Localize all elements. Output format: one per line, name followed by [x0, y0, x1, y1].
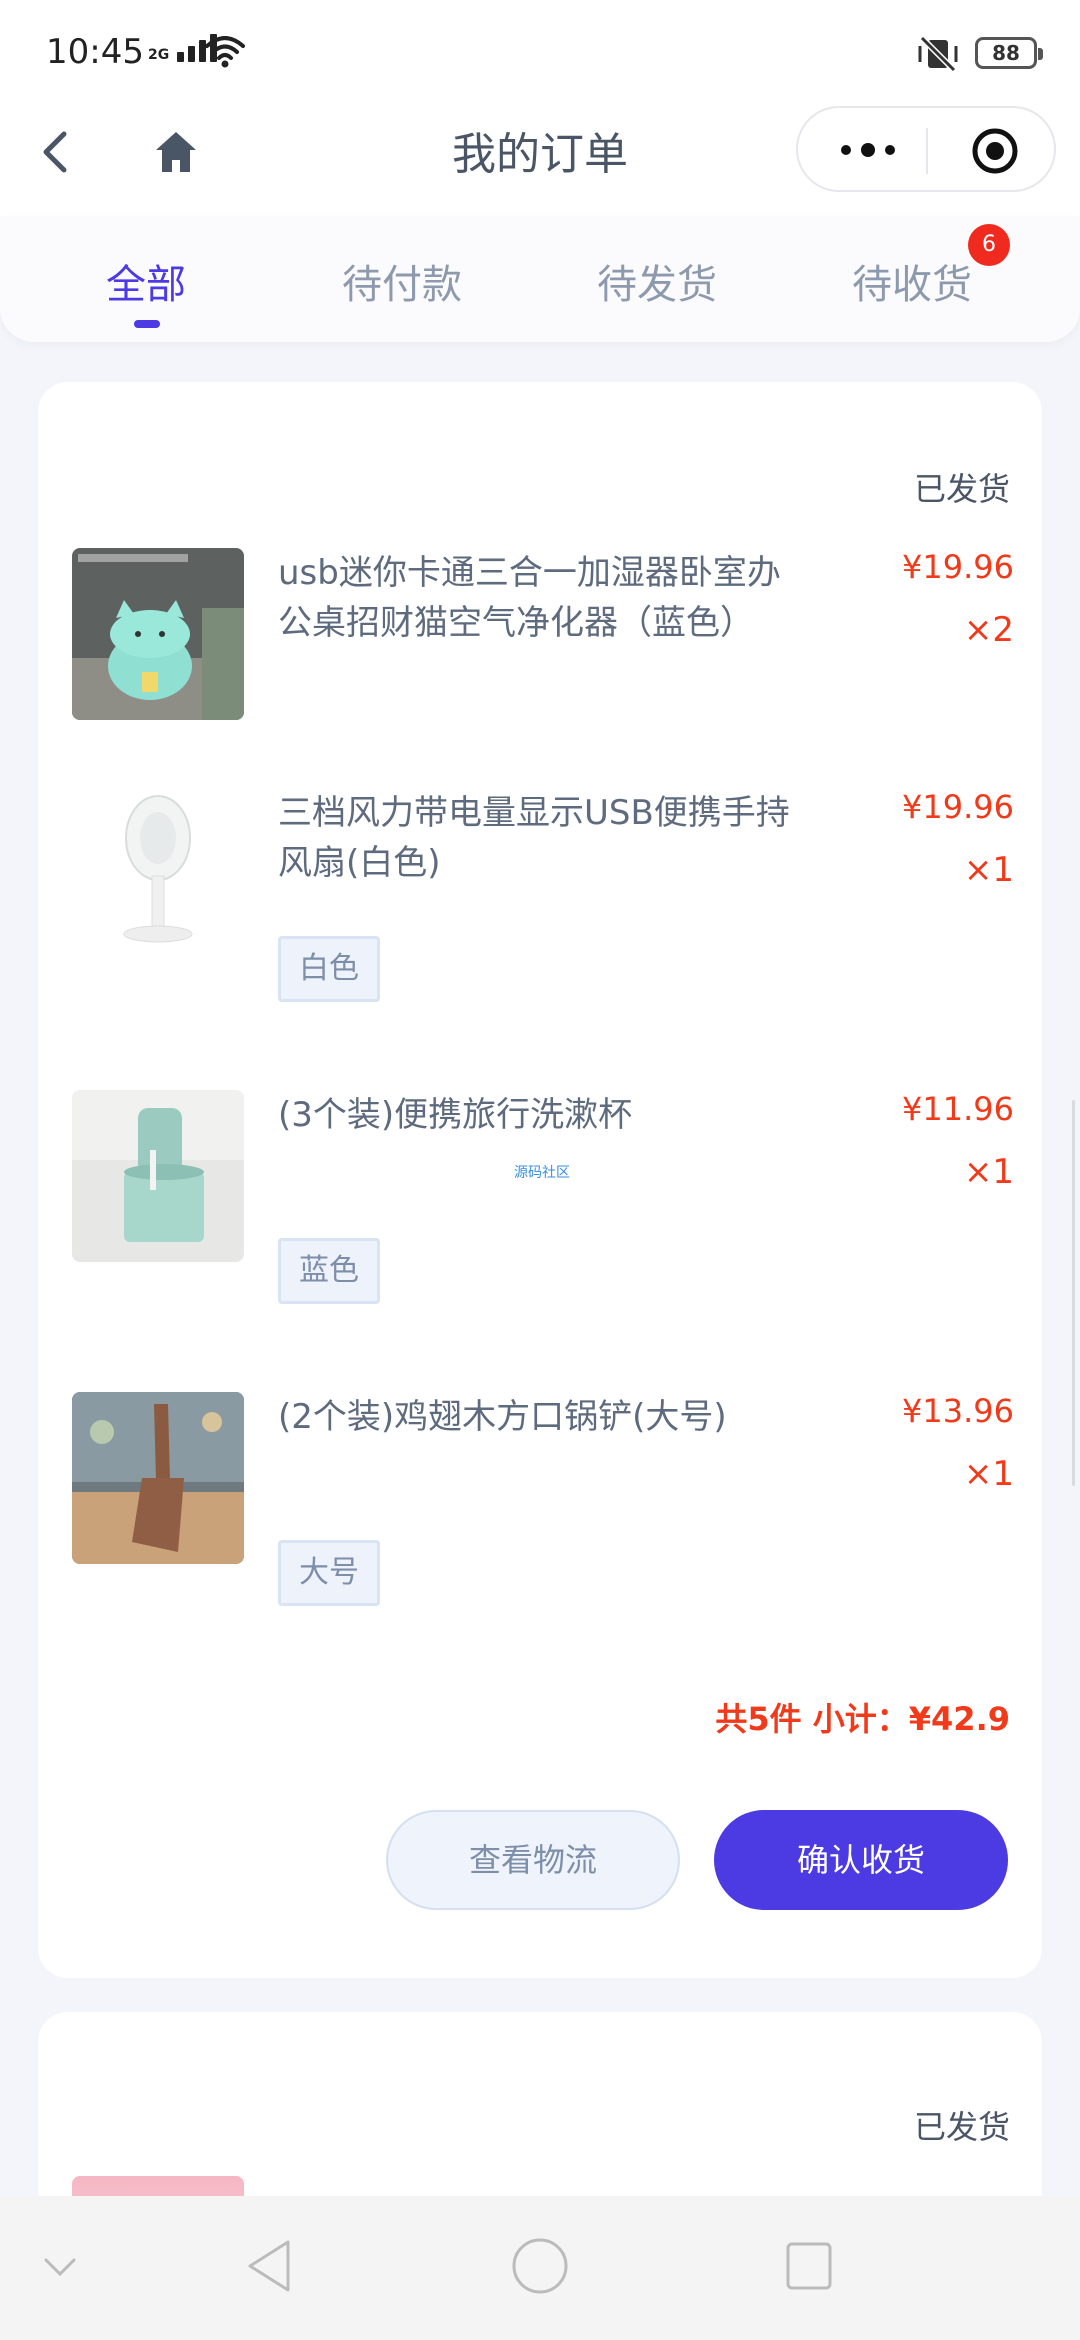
watermark-text: 源码社区 — [514, 1165, 570, 1181]
product-image-spatula[interactable] — [72, 1392, 244, 1564]
active-tab-indicator — [134, 320, 160, 328]
capsule-divider — [926, 128, 928, 174]
product-image-cup[interactable] — [72, 1090, 244, 1262]
product-quantity: ×2 — [963, 610, 1014, 650]
product-spec-tag: 蓝色 — [278, 1238, 380, 1304]
target-circle-icon[interactable] — [970, 126, 1020, 180]
nav-bar: 我的订单 — [0, 100, 1080, 216]
product-price: ¥19.96 — [902, 548, 1014, 586]
product-name: 三档风力带电量显示USB便携手持风扇(白色) — [278, 793, 790, 883]
order-item[interactable]: (2个装)鸡翅木方口锅铲(大号) ¥13.96 ×1 大号 — [72, 1392, 1022, 1606]
order-status: 已发货 — [913, 470, 1010, 508]
order-status: 已发货 — [913, 2108, 1010, 2146]
more-dots-icon[interactable] — [838, 132, 948, 168]
wifi-icon — [204, 36, 246, 72]
order-item[interactable]: 三档风力带电量显示USB便携手持风扇(白色) ¥19.96 ×1 白色 — [72, 788, 1022, 1002]
status-bar: 10:45 2G 88 — [0, 0, 1080, 100]
view-logistics-button[interactable]: 查看物流 — [386, 1810, 680, 1910]
order-tabs: 全部 待付款 待发货 待收货 6 — [0, 216, 1080, 342]
chevron-down-icon[interactable] — [40, 2256, 80, 2284]
product-quantity: ×1 — [963, 1152, 1014, 1192]
order-card: 已发货 usb迷你卡通三合一加湿器卧室办公桌招财猫空气净化器（蓝色） ¥19.9… — [38, 382, 1042, 1978]
scrollbar[interactable] — [1072, 1100, 1075, 1486]
tab-pending-payment[interactable]: 待付款 — [312, 252, 492, 310]
vibrate-mute-icon — [916, 34, 960, 78]
tab-all[interactable]: 全部 — [56, 252, 236, 310]
order-item[interactable]: usb迷你卡通三合一加湿器卧室办公桌招财猫空气净化器（蓝色） ¥19.96 ×2 — [72, 548, 1022, 728]
battery-indicator: 88 — [975, 37, 1043, 69]
product-quantity: ×1 — [963, 850, 1014, 890]
order-subtotal: 共5件 小计：¥42.9 — [715, 1700, 1010, 1738]
miniprogram-capsule — [796, 106, 1056, 192]
recent-apps-square-icon[interactable] — [784, 2236, 834, 2300]
product-price: ¥19.96 — [902, 788, 1014, 826]
back-triangle-icon[interactable] — [244, 2236, 294, 2300]
product-name: (2个装)鸡翅木方口锅铲(大号) — [278, 1397, 727, 1437]
product-quantity: ×1 — [963, 1454, 1014, 1494]
product-price: ¥13.96 — [902, 1392, 1014, 1430]
tab-badge-count: 6 — [968, 224, 1010, 266]
order-item[interactable]: (3个装)便携旅行洗漱杯 ¥11.96 ×1 蓝色 — [72, 1090, 1022, 1304]
system-nav-bar — [0, 2196, 1080, 2340]
product-spec-tag: 白色 — [278, 936, 380, 1002]
product-image-fan[interactable] — [72, 788, 244, 960]
product-spec-tag: 大号 — [278, 1540, 380, 1606]
product-name: usb迷你卡通三合一加湿器卧室办公桌招财猫空气净化器（蓝色） — [278, 553, 781, 643]
product-name: (3个装)便携旅行洗漱杯 — [278, 1095, 633, 1135]
product-image-humidifier[interactable] — [72, 548, 244, 720]
home-circle-icon[interactable] — [510, 2236, 570, 2300]
confirm-receipt-button[interactable]: 确认收货 — [714, 1810, 1008, 1910]
status-time: 10:45 — [46, 32, 144, 72]
tab-pending-shipment[interactable]: 待发货 — [567, 252, 747, 310]
product-price: ¥11.96 — [902, 1090, 1014, 1128]
